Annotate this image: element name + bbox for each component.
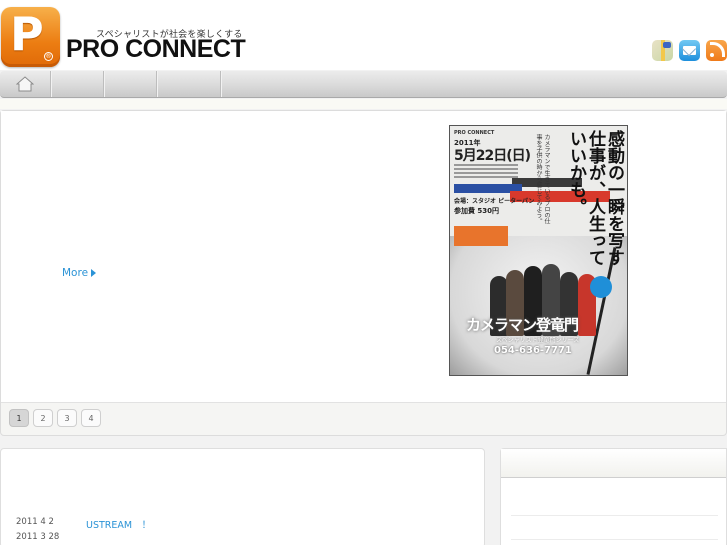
site-brand-name[interactable]: PRO CONNECT <box>66 37 246 62</box>
nav-divider <box>0 99 727 109</box>
poster-title: カメラマン登竜門 <box>466 316 579 334</box>
nav-item-3[interactable] <box>104 71 157 97</box>
poster-brand: PRO CONNECT <box>454 130 495 136</box>
news-item: 2011 3 28 <box>16 532 86 542</box>
arrow-right-icon <box>91 269 97 277</box>
poster-date: 5月22日(日) <box>454 148 531 164</box>
registered-mark: ® <box>44 52 53 61</box>
header-icon-links <box>652 40 727 61</box>
main-nav <box>0 71 727 98</box>
logo-icon[interactable]: P ® <box>1 7 60 67</box>
map-icon[interactable] <box>652 40 673 61</box>
side-panel <box>500 448 727 545</box>
poster-orange-box <box>454 226 508 246</box>
nav-item-2[interactable] <box>51 71 104 97</box>
news-date: 2011 4 2 <box>16 517 54 527</box>
more-label: More <box>62 267 89 279</box>
home-icon <box>16 76 34 92</box>
news-panel: 2011 4 2 USTREAM ！ 2011 3 28 <box>0 448 485 545</box>
poster-phone: 054-636-7771 <box>494 345 572 356</box>
poster-venue: 会場：スタジオ ピーターパン <box>454 198 535 205</box>
news-date: 2011 3 28 <box>16 532 60 542</box>
poster-detail-lines <box>454 164 518 180</box>
side-panel-header <box>501 449 726 478</box>
logo-letter: P <box>10 7 44 61</box>
slideshow-pager: 1 2 3 4 <box>9 409 101 427</box>
feature-slide: More PRO CONNECT 2011年 5月22日(日) 会場：スタジオ … <box>1 111 726 403</box>
poster-headline: 感動の一瞬を写す仕事が、人生っていいかも。 <box>566 130 624 266</box>
poster-subline: カメラマンで生きているプロの仕事を子供の時から感じてみよう。 <box>535 134 550 224</box>
site-header: P ® スペシャリストが社会を楽しくする PRO CONNECT <box>0 0 727 70</box>
mail-icon[interactable] <box>679 40 700 61</box>
nav-item-home[interactable] <box>0 71 51 97</box>
page-button-3[interactable]: 3 <box>57 409 77 427</box>
side-divider <box>511 515 718 516</box>
side-divider <box>511 539 718 540</box>
news-item: 2011 4 2 USTREAM ！ <box>16 517 151 531</box>
feature-slideshow: More PRO CONNECT 2011年 5月22日(日) 会場：スタジオ … <box>0 110 727 436</box>
rss-icon[interactable] <box>706 40 727 61</box>
more-link[interactable]: More <box>62 267 97 279</box>
news-title-link[interactable]: USTREAM ！ <box>86 517 151 531</box>
page-button-2[interactable]: 2 <box>33 409 53 427</box>
poster-fee: 参加費 530円 <box>454 207 500 215</box>
poster-series: スペシャリスト登竜門シリーズ <box>496 337 580 344</box>
page-button-1[interactable]: 1 <box>9 409 29 427</box>
nav-item-4[interactable] <box>157 71 221 97</box>
page-button-4[interactable]: 4 <box>81 409 101 427</box>
event-poster-image[interactable]: PRO CONNECT 2011年 5月22日(日) 会場：スタジオ ピーターパ… <box>449 125 628 376</box>
